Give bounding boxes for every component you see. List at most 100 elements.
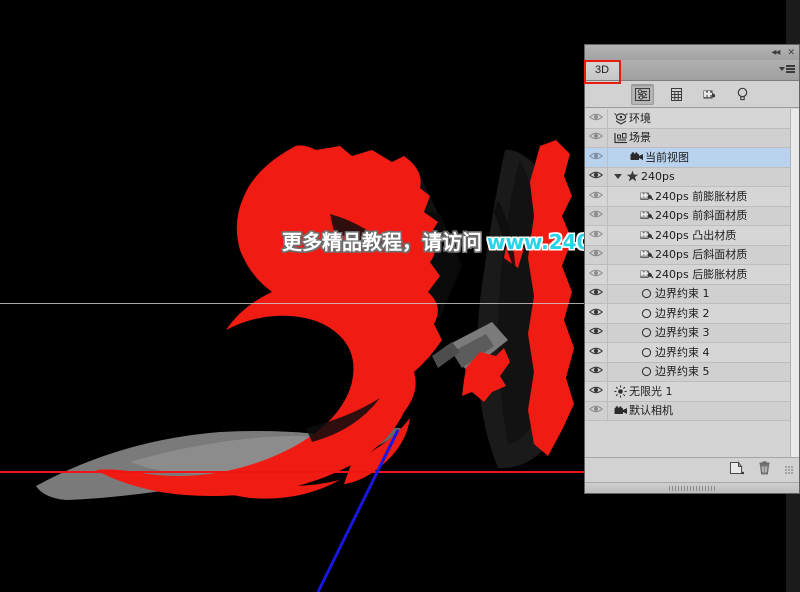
constraint-icon <box>638 327 655 338</box>
close-icon[interactable]: ✕ <box>787 48 795 57</box>
scene-list-row[interactable]: 240ps 凸出材质 <box>585 226 790 246</box>
scene-list-row-body: 环境 <box>608 109 790 128</box>
material-icon <box>638 230 655 241</box>
scene-list-row-body: 边界约束 3 <box>608 324 790 343</box>
scene-list-row-label: 240ps 前膨胀材质 <box>655 189 748 203</box>
visibility-toggle[interactable] <box>585 206 608 225</box>
materials-filter-icon[interactable] <box>699 85 720 104</box>
visibility-toggle[interactable] <box>585 304 608 323</box>
visibility-toggle[interactable] <box>585 128 608 147</box>
scene-list-row[interactable]: 240ps 前斜面材质 <box>585 206 790 226</box>
watermark-chinese-text: 更多精品教程，请访问 <box>282 230 482 254</box>
scene-list-row[interactable]: 边界约束 4 <box>585 343 790 363</box>
eye-icon <box>588 287 604 300</box>
scene-list-row-body: 240ps 后膨胀材质 <box>608 265 790 284</box>
visibility-toggle[interactable] <box>585 284 608 303</box>
3d-scene-list[interactable]: 环境 场景 当前视图 240ps 240ps 前膨胀材质 240ps 前斜面材质… <box>585 109 799 457</box>
visibility-toggle[interactable] <box>585 343 608 362</box>
constraint-icon <box>638 288 655 299</box>
eye-icon <box>588 404 604 417</box>
tab-3d[interactable]: 3D <box>585 60 621 80</box>
new-item-icon[interactable] <box>729 461 745 478</box>
scene-list-row-label: 无限光 1 <box>629 384 673 398</box>
visibility-toggle[interactable] <box>585 382 608 401</box>
tab-3d-label: 3D <box>595 64 610 76</box>
visibility-toggle[interactable] <box>585 401 608 420</box>
panel-bottom-bar <box>585 457 799 493</box>
scene-list-row[interactable]: 240ps <box>585 167 790 187</box>
material-icon <box>638 191 655 202</box>
panel-bottom-tools <box>729 461 793 478</box>
scene-list-row-label: 场景 <box>629 131 651 145</box>
eye-icon <box>588 209 604 222</box>
visibility-toggle[interactable] <box>585 362 608 381</box>
lights-filter-icon[interactable] <box>732 85 753 104</box>
scene-list-row[interactable]: 240ps 后斜面材质 <box>585 245 790 265</box>
panel-tabbar: 3D <box>584 60 799 84</box>
visibility-toggle[interactable] <box>585 265 608 284</box>
scene-list-row-label: 边界约束 3 <box>655 326 710 340</box>
scene-list-row-body: 当前视图 <box>608 148 790 167</box>
scene-list-row-label: 边界约束 1 <box>655 287 710 301</box>
3d-panel: ◂◂ ✕ 3D 环境 场景 当前视图 240ps 240ps 前膨胀材质 240… <box>584 44 800 494</box>
panel-titlebar: ◂◂ ✕ <box>585 45 799 61</box>
environment-icon <box>612 112 629 125</box>
scene-list-row-label: 240ps 凸出材质 <box>655 228 737 242</box>
chevron-down-icon <box>779 66 785 71</box>
scene-list-row-body: 无限光 1 <box>608 382 790 401</box>
visibility-toggle[interactable] <box>585 323 608 342</box>
delete-icon[interactable] <box>758 461 771 478</box>
scene-list-row-body: 240ps 后斜面材质 <box>608 246 790 265</box>
scene-list-row-label: 当前视图 <box>645 150 689 164</box>
material-icon <box>638 269 655 280</box>
visibility-toggle[interactable] <box>585 167 608 186</box>
eye-icon <box>588 248 604 261</box>
mesh-filter-icon[interactable] <box>666 85 687 104</box>
scene-filter-icon[interactable] <box>631 83 654 105</box>
visibility-toggle[interactable] <box>585 148 608 167</box>
scene-list-row-body: 240ps 凸出材质 <box>608 226 790 245</box>
expand-triangle-icon[interactable] <box>612 174 624 180</box>
scene-list-row-label: 240ps 后膨胀材质 <box>655 267 748 281</box>
scene-list-row[interactable]: 无限光 1 <box>585 382 790 402</box>
tabbar-filler <box>620 60 799 80</box>
eye-icon <box>588 326 604 339</box>
visibility-toggle[interactable] <box>585 226 608 245</box>
scene-list-row[interactable]: 环境 <box>585 109 790 129</box>
rail-dots-icon <box>669 485 715 491</box>
mesh-icon <box>624 170 641 183</box>
scene-list-row[interactable]: 边界约束 5 <box>585 362 790 382</box>
visibility-toggle[interactable] <box>585 245 608 264</box>
scene-list-row-body: 240ps <box>608 168 790 187</box>
constraint-icon <box>638 366 655 377</box>
scene-list-row-body: 边界约束 4 <box>608 343 790 362</box>
visibility-toggle[interactable] <box>585 109 608 128</box>
scene-list-row-label: 边界约束 2 <box>655 306 710 320</box>
visibility-toggle[interactable] <box>585 187 608 206</box>
scene-list-row[interactable]: 场景 <box>585 128 790 148</box>
scene-list-row[interactable]: 当前视图 <box>585 148 790 168</box>
scene-list-row-label: 默认相机 <box>629 404 673 418</box>
eye-icon <box>588 346 604 359</box>
scene-list-row-body: 240ps 前斜面材质 <box>608 207 790 226</box>
scene-list-row-label: 环境 <box>629 111 651 125</box>
eye-icon <box>588 268 604 281</box>
scene-list-row[interactable]: 边界约束 3 <box>585 323 790 343</box>
scene-list-row-body: 边界约束 2 <box>608 304 790 323</box>
scene-list-row[interactable]: 边界约束 2 <box>585 304 790 324</box>
panel-menu-icon[interactable] <box>779 65 795 73</box>
eye-icon <box>588 112 604 125</box>
scene-list-row[interactable]: 边界约束 1 <box>585 284 790 304</box>
eye-icon <box>588 385 604 398</box>
resize-grip-icon[interactable] <box>785 465 793 474</box>
eye-icon <box>588 307 604 320</box>
panel-resize-rail[interactable] <box>585 482 799 493</box>
collapse-icon[interactable]: ◂◂ <box>771 47 780 58</box>
scene-list-row-body: 240ps 前膨胀材质 <box>608 187 790 206</box>
list-scrollbar[interactable] <box>790 109 799 457</box>
scene-list-row[interactable]: 240ps 后膨胀材质 <box>585 265 790 285</box>
scene-list-row-label: 240ps <box>641 170 675 184</box>
scene-list-row-label: 边界约束 4 <box>655 345 710 359</box>
scene-list-row[interactable]: 默认相机 <box>585 401 790 421</box>
scene-list-row[interactable]: 240ps 前膨胀材质 <box>585 187 790 207</box>
